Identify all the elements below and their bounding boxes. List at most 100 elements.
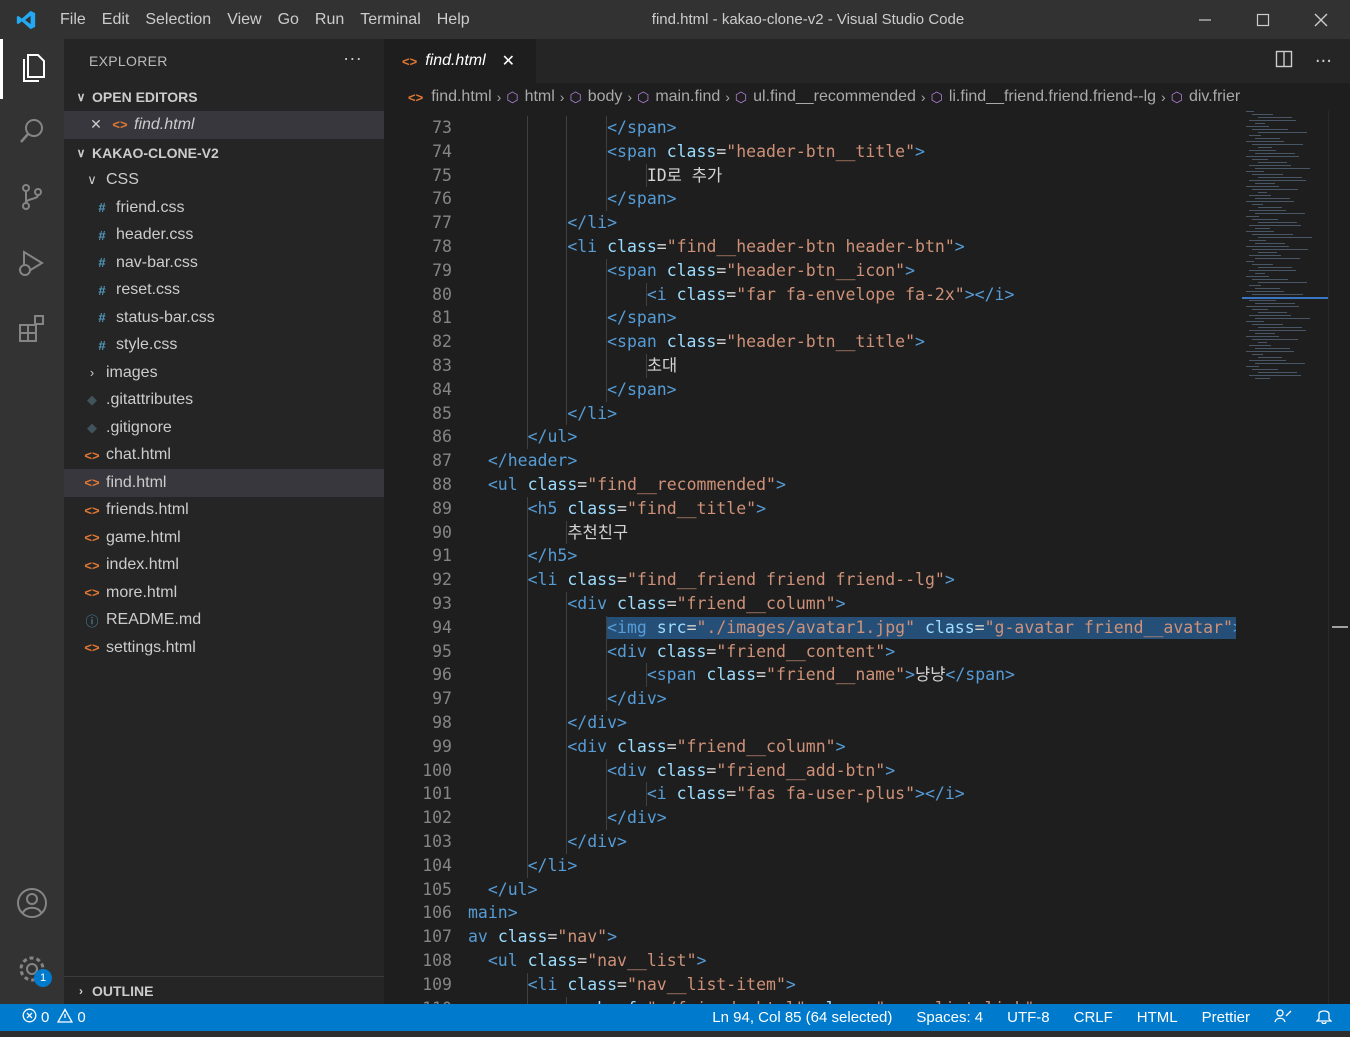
code-line[interactable]: 110 <a href="./friends.html" class="nav_… (384, 996, 1236, 1004)
tree-item-index-html[interactable]: <> index.html (64, 552, 384, 580)
code-line[interactable]: 101 <i class="fas fa-user-plus"></i> (384, 782, 1236, 807)
code-line[interactable]: 86 </ul> (384, 425, 1236, 450)
run-debug-button[interactable] (0, 235, 64, 295)
more-actions-icon[interactable]: ··· (1315, 51, 1332, 72)
breadcrumb-item[interactable]: ⬡ li.find__friend.friend.friend--lg (931, 88, 1156, 106)
code-line[interactable]: 94 <img src="./images/avatar1.jpg" class… (384, 615, 1236, 640)
tab-find-html[interactable]: <> find.html ✕ (384, 39, 536, 83)
minimap-viewport[interactable] (1242, 297, 1328, 299)
language-mode[interactable]: HTML (1137, 1009, 1178, 1026)
code-line[interactable]: 96 <span class="friend__name">냥냥</span> (384, 663, 1236, 688)
tree-item-friend-css[interactable]: # friend.css (64, 194, 384, 222)
code-line[interactable]: 98 </div> (384, 711, 1236, 735)
code-line[interactable]: 75 ID로 추가 (384, 163, 1236, 188)
menu-edit[interactable]: Edit (94, 0, 138, 39)
feedback-icon[interactable] (1274, 1008, 1292, 1028)
code-line[interactable]: 89 <h5 class="find__title"> (384, 496, 1236, 521)
code-line[interactable]: 90 추천친구 (384, 520, 1236, 545)
code-line[interactable]: 80 <i class="far fa-envelope fa-2x"></i> (384, 282, 1236, 307)
code-line[interactable]: 95 <div class="friend__content"> (384, 639, 1236, 664)
more-actions-icon[interactable]: ··· (343, 48, 362, 69)
menu-view[interactable]: View (219, 0, 269, 39)
accounts-button[interactable] (0, 875, 64, 935)
code-line[interactable]: 92 <li class="find__friend friend friend… (384, 568, 1236, 592)
code-line[interactable]: 99 <div class="friend__column"> (384, 734, 1236, 759)
tree-item-gitattributes[interactable]: ◆ .gitattributes (64, 387, 384, 415)
explorer-button[interactable] (0, 39, 64, 99)
menu-help[interactable]: Help (429, 0, 478, 39)
close-icon[interactable]: ✕ (88, 116, 104, 133)
menu-run[interactable]: Run (307, 0, 352, 39)
tree-item-gitignore[interactable]: ◆ .gitignore (64, 414, 384, 442)
vertical-scrollbar[interactable] (1328, 111, 1350, 1004)
tree-item-style-css[interactable]: # style.css (64, 332, 384, 360)
code-line[interactable]: 81 </span> (384, 306, 1236, 331)
outline-section[interactable]: › OUTLINE (64, 976, 384, 1004)
problems-indicator[interactable]: 0 0 (0, 1008, 86, 1027)
code-line[interactable]: 82 <span class="header-btn__title"> (384, 330, 1236, 354)
manage-button[interactable]: 1 (0, 939, 64, 999)
tree-item-css[interactable]: ∨ CSS (64, 167, 384, 195)
code-line[interactable]: 83 초대 (384, 354, 1236, 378)
extensions-button[interactable] (0, 300, 64, 360)
code-line[interactable]: 105 </ul> (384, 878, 1236, 902)
tree-item-friends-html[interactable]: <> friends.html (64, 497, 384, 525)
indentation[interactable]: Spaces: 4 (916, 1009, 983, 1026)
open-editor-item[interactable]: ✕ <> find.html (64, 111, 384, 139)
code-line[interactable]: 109 <li class="nav__list-item"> (384, 972, 1236, 997)
code-line[interactable]: 108 <ul class="nav__list"> (384, 949, 1236, 973)
code-line[interactable]: 97 </div> (384, 687, 1236, 711)
project-section[interactable]: ∨ KAKAO-CLONE-V2 (64, 139, 384, 167)
code-line[interactable]: 102 </div> (384, 806, 1236, 830)
tree-item-images[interactable]: › images (64, 359, 384, 387)
breadcrumb-item[interactable]: ⬡ div.frier (1171, 88, 1241, 106)
code-line[interactable]: 100 <div class="friend__add-btn"> (384, 758, 1236, 783)
notifications-bell-icon[interactable] (1315, 1007, 1333, 1028)
breadcrumb-item[interactable]: ⬡ body (569, 88, 622, 106)
code-line[interactable]: 78 <li class="find__header-btn header-bt… (384, 235, 1236, 259)
tree-item-reset-css[interactable]: # reset.css (64, 277, 384, 305)
code-line[interactable]: 84 </span> (384, 377, 1236, 402)
tree-item-more-html[interactable]: <> more.html (64, 579, 384, 607)
search-button[interactable] (0, 103, 64, 163)
tree-item-readme-md[interactable]: ⓘ README.md (64, 607, 384, 635)
code-line[interactable]: 77 </li> (384, 211, 1236, 235)
breadcrumb-item[interactable]: ⬡ main.find (637, 88, 720, 106)
breadcrumb-item[interactable]: ⬡ ul.find__recommended (735, 88, 916, 106)
tree-item-game-html[interactable]: <> game.html (64, 524, 384, 552)
code-line[interactable]: 85 </li> (384, 401, 1236, 426)
encoding[interactable]: UTF-8 (1007, 1009, 1050, 1026)
code-line[interactable]: 103 </div> (384, 830, 1236, 854)
code-line[interactable]: 88 <ul class="find__recommended"> (384, 473, 1236, 497)
split-editor-icon[interactable] (1275, 50, 1293, 72)
source-control-button[interactable] (0, 169, 64, 229)
code-line[interactable]: 73 </span> (384, 116, 1236, 140)
close-window-button[interactable] (1292, 0, 1350, 39)
code-line[interactable]: 104 </li> (384, 853, 1236, 878)
formatter[interactable]: Prettier (1202, 1009, 1250, 1026)
code-line[interactable]: 106 main> (384, 901, 1236, 925)
code-line[interactable]: 107 av class="nav"> (384, 925, 1236, 949)
code-line[interactable]: 74 <span class="header-btn__title"> (384, 139, 1236, 164)
tree-item-status-bar-css[interactable]: # status-bar.css (64, 304, 384, 332)
minimap[interactable] (1242, 111, 1328, 391)
code-line[interactable]: 76 </span> (384, 187, 1236, 212)
line-ending[interactable]: CRLF (1074, 1009, 1113, 1026)
breadcrumb-item[interactable]: <> find.html (408, 88, 492, 106)
menu-go[interactable]: Go (270, 0, 307, 39)
code-line[interactable]: 87 </header> (384, 449, 1236, 473)
code-line[interactable]: 79 <span class="header-btn__icon"> (384, 258, 1236, 283)
tree-item-settings-html[interactable]: <> settings.html (64, 634, 384, 662)
close-tab-icon[interactable]: ✕ (502, 51, 515, 71)
code-line[interactable]: 93 <div class="friend__column"> (384, 592, 1236, 616)
code-editor[interactable]: 73 </span> 74 <span class="header-btn__ti… (384, 116, 1236, 1004)
tree-item-nav-bar-css[interactable]: # nav-bar.css (64, 249, 384, 277)
code-line[interactable]: 91 </h5> (384, 544, 1236, 569)
tree-item-header-css[interactable]: # header.css (64, 222, 384, 250)
menu-terminal[interactable]: Terminal (352, 0, 428, 39)
menu-file[interactable]: File (52, 0, 94, 39)
maximize-button[interactable] (1234, 0, 1292, 39)
tree-item-find-html[interactable]: <> find.html (64, 469, 384, 497)
open-editors-section[interactable]: ∨ OPEN EDITORS (64, 83, 384, 111)
menu-selection[interactable]: Selection (137, 0, 219, 39)
